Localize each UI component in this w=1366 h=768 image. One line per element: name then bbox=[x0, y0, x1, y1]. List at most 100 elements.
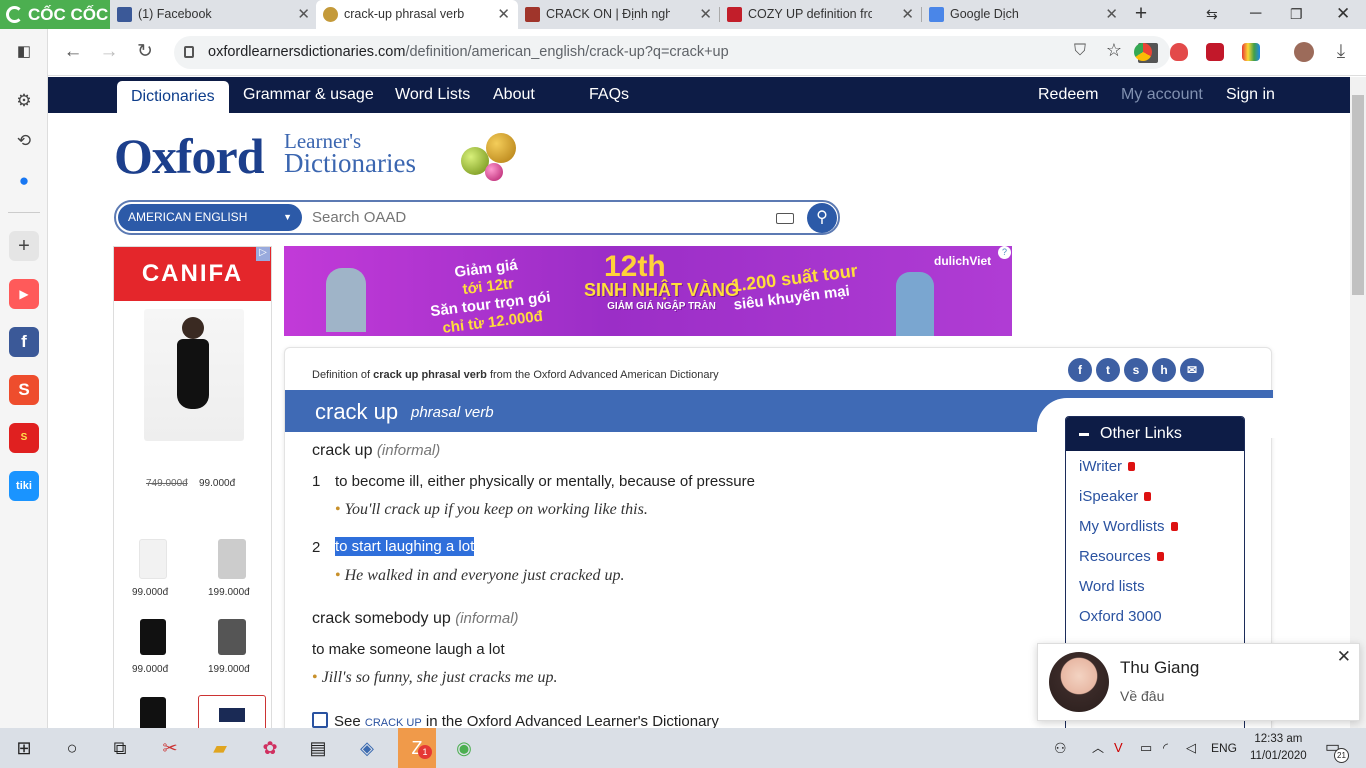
other-links-header[interactable]: Other Links bbox=[1066, 417, 1244, 451]
page-scrollbar[interactable] bbox=[1350, 77, 1366, 728]
close-tab-icon[interactable]: ✕ bbox=[901, 0, 914, 29]
see-also-link[interactable]: See CRACK UP in the Oxford Advanced Lear… bbox=[312, 712, 719, 728]
search-button[interactable]: ⚲ bbox=[807, 203, 837, 233]
coccoc-taskbar-icon[interactable]: ◉ bbox=[450, 734, 478, 762]
canifa-side-ad[interactable]: CANIFA ▷ 749.000đ 99.000đ 99.000đ 199.00… bbox=[113, 246, 272, 728]
close-tab-icon[interactable]: ✕ bbox=[1105, 0, 1118, 29]
nav-faqs[interactable]: FAQs bbox=[589, 77, 629, 113]
share-facebook-icon[interactable]: f bbox=[1068, 358, 1092, 382]
oxford-logo[interactable]: Oxford Learner's Dictionaries bbox=[114, 127, 516, 185]
tab-macmillan[interactable]: COZY UP definition from Macmillan ✕ bbox=[720, 0, 922, 29]
chat-notification[interactable]: Thu Giang Về đâu ✕ bbox=[1037, 643, 1360, 721]
see-link-word[interactable]: CRACK UP bbox=[365, 717, 422, 728]
share-twitter-icon[interactable]: t bbox=[1096, 358, 1120, 382]
tab-search-icon[interactable]: ⇆ bbox=[1206, 0, 1218, 28]
new-tab-button[interactable]: + bbox=[1130, 0, 1152, 28]
share-stumbleupon-icon[interactable]: s bbox=[1124, 358, 1148, 382]
nav-about[interactable]: About bbox=[493, 77, 535, 113]
app-icon[interactable]: ◈ bbox=[353, 734, 381, 762]
close-window-icon[interactable]: ✕ bbox=[1336, 0, 1350, 28]
keyboard-icon[interactable] bbox=[776, 213, 794, 224]
ad-product-dress-image[interactable] bbox=[144, 309, 244, 441]
back-arrow-icon[interactable]: ← bbox=[60, 39, 86, 65]
input-language[interactable]: ENG bbox=[1211, 728, 1237, 768]
tab-oxford-active[interactable]: crack-up phrasal verb - Definition ✕ bbox=[316, 0, 518, 29]
tab-google-translate[interactable]: Google Dịch ✕ bbox=[922, 0, 1126, 29]
downloads-icon[interactable]: ⤓ bbox=[1328, 39, 1354, 65]
minimize-window-icon[interactable]: ─ bbox=[1250, 0, 1261, 28]
paint-icon[interactable]: ✿ bbox=[256, 734, 284, 762]
nav-word-lists[interactable]: Word Lists bbox=[395, 77, 470, 113]
url-text[interactable]: oxfordlearnersdictionaries.com/definitio… bbox=[208, 36, 729, 69]
extension-chrome-icon[interactable] bbox=[1134, 43, 1152, 61]
link-iwriter[interactable]: iWriter bbox=[1079, 458, 1136, 475]
link-ispeaker[interactable]: iSpeaker bbox=[1079, 488, 1152, 505]
dulichviet-banner-ad[interactable]: Giảm giá tới 12tr Săn tour trọn gói chỉ … bbox=[284, 246, 1012, 336]
ad-product-underwear[interactable] bbox=[198, 695, 266, 728]
sidebar-toggle-icon[interactable]: ◧ bbox=[9, 37, 39, 67]
history-icon[interactable]: ⟲ bbox=[9, 126, 39, 156]
restore-window-icon[interactable]: ❐ bbox=[1290, 0, 1303, 28]
nav-redeem[interactable]: Redeem bbox=[1038, 77, 1098, 113]
link-oxford-3000[interactable]: Oxford 3000 bbox=[1079, 608, 1162, 625]
address-bar[interactable]: oxfordlearnersdictionaries.com/definitio… bbox=[174, 36, 1170, 69]
share-email-icon[interactable]: ✉ bbox=[1180, 358, 1204, 382]
link-word-lists[interactable]: Word lists bbox=[1079, 578, 1145, 595]
link-my-wordlists[interactable]: My Wordlists bbox=[1079, 518, 1178, 535]
tiki-icon[interactable]: tiki bbox=[9, 471, 39, 501]
add-sidebar-app-icon[interactable]: + bbox=[9, 231, 39, 261]
people-icon[interactable]: ⚇ bbox=[1054, 728, 1067, 768]
windows-start-icon[interactable]: ⊞ bbox=[10, 734, 38, 762]
tab-cambridge[interactable]: CRACK ON | Định nghĩa trong ✕ bbox=[518, 0, 720, 29]
ad-product-black-coat[interactable] bbox=[140, 697, 166, 728]
settings-gear-icon[interactable]: ⚙ bbox=[9, 86, 39, 116]
ad-info-icon[interactable]: ? bbox=[998, 246, 1011, 259]
volume-icon[interactable]: ◁ bbox=[1186, 728, 1196, 768]
youtube-icon[interactable]: ▶ bbox=[9, 279, 39, 309]
snipping-tool-icon[interactable]: ✂ bbox=[156, 734, 184, 762]
search-input[interactable] bbox=[312, 205, 762, 230]
link-resources[interactable]: Resources bbox=[1079, 548, 1164, 565]
close-tab-icon[interactable]: ✕ bbox=[699, 0, 712, 29]
share-hi5-icon[interactable]: h bbox=[1152, 358, 1176, 382]
coccoc-menu-button[interactable]: CỐC CỐC bbox=[0, 0, 110, 29]
close-notification-icon[interactable]: ✕ bbox=[1337, 647, 1351, 667]
bookmark-star-icon[interactable]: ☆ bbox=[1106, 40, 1122, 61]
tab-facebook[interactable]: (1) Facebook ✕ bbox=[110, 0, 318, 29]
nav-grammar-usage[interactable]: Grammar & usage bbox=[243, 77, 374, 113]
sendo-icon[interactable]: S bbox=[9, 423, 39, 453]
task-view-icon[interactable]: ⧉ bbox=[106, 734, 134, 762]
cortana-search-icon[interactable]: ○ bbox=[58, 734, 86, 762]
zalo-taskbar-button[interactable]: Z 1 bbox=[398, 728, 436, 768]
close-tab-icon[interactable]: ✕ bbox=[497, 0, 510, 29]
file-explorer-icon[interactable]: ▰ bbox=[206, 734, 234, 762]
taskbar-clock[interactable]: 12:33 am 11/01/2020 bbox=[1250, 731, 1307, 765]
sense-definition-selected[interactable]: to start laughing a lot bbox=[335, 537, 475, 556]
messenger-icon[interactable]: ● bbox=[9, 166, 39, 196]
unikey-icon[interactable]: V bbox=[1114, 728, 1123, 768]
extension-red-icon[interactable] bbox=[1206, 43, 1224, 61]
facebook-sidebar-icon[interactable]: f bbox=[9, 327, 39, 357]
sticky-notes-icon[interactable]: ▤ bbox=[304, 734, 332, 762]
extension-shield-icon[interactable] bbox=[1170, 43, 1188, 61]
shopee-icon[interactable]: S bbox=[9, 375, 39, 405]
shield-icon[interactable]: ⛉ bbox=[1074, 42, 1086, 60]
profile-avatar[interactable] bbox=[1294, 42, 1314, 62]
reload-icon[interactable]: ↻ bbox=[132, 39, 158, 65]
scrollbar-thumb[interactable] bbox=[1352, 95, 1364, 295]
forward-arrow-icon[interactable]: → bbox=[96, 39, 122, 65]
dictionary-select[interactable]: AMERICAN ENGLISH ▼ bbox=[118, 204, 302, 231]
ad-product-white-jacket[interactable] bbox=[139, 539, 167, 579]
close-tab-icon[interactable]: ✕ bbox=[297, 0, 310, 29]
ad-product-grey-pants[interactable] bbox=[218, 539, 246, 579]
ad-choices-icon[interactable]: ▷ bbox=[256, 247, 270, 261]
ad-product-grey-blazer[interactable] bbox=[218, 619, 246, 655]
show-hidden-icons-icon[interactable]: ︿ bbox=[1092, 728, 1104, 768]
extension-color-icon[interactable] bbox=[1242, 43, 1260, 61]
nav-dictionaries[interactable]: Dictionaries bbox=[117, 81, 229, 113]
nav-my-account[interactable]: My account bbox=[1121, 77, 1203, 113]
nav-sign-in[interactable]: Sign in bbox=[1226, 77, 1275, 113]
ad-product-black-jacket[interactable] bbox=[140, 619, 166, 655]
wifi-icon[interactable]: ◜ bbox=[1163, 728, 1168, 768]
battery-icon[interactable]: ▭ bbox=[1140, 728, 1152, 768]
